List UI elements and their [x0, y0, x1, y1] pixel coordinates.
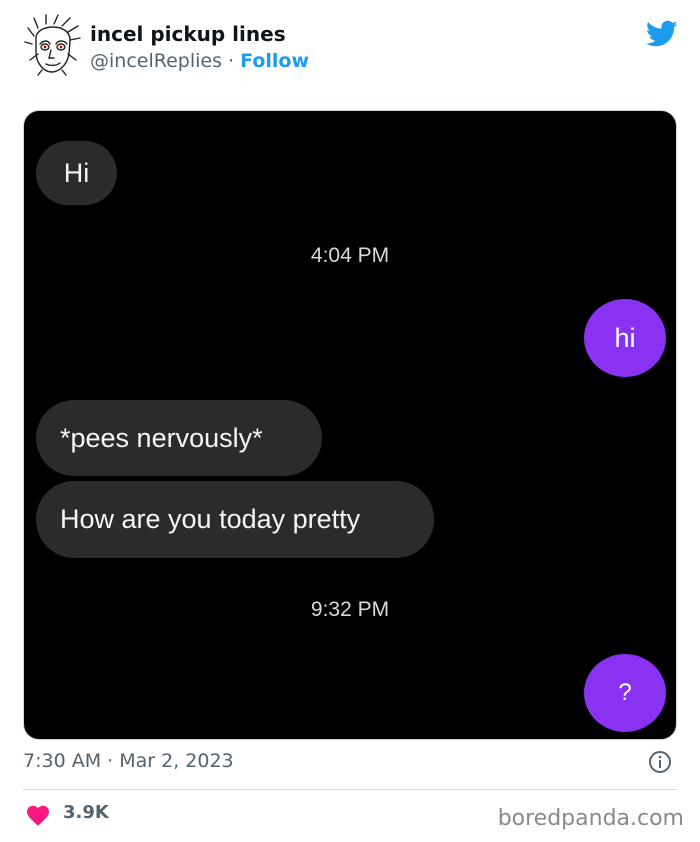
twitter-bird-icon[interactable] — [646, 20, 678, 48]
tweet-card: incel pickup lines @incelReplies · Follo… — [0, 0, 700, 842]
chat-timestamp: 4:04 PM — [310, 244, 390, 267]
watermark: boredpanda.com — [497, 806, 684, 831]
tweet-timestamp[interactable]: 7:30 AM · Mar 2, 2023 — [23, 750, 234, 772]
divider — [23, 789, 677, 790]
chat-timestamp: 9:32 PM — [310, 598, 390, 621]
heart-icon[interactable] — [26, 804, 50, 826]
author-handle-row: @incelReplies · Follow — [90, 50, 309, 72]
author-name[interactable]: incel pickup lines — [90, 22, 286, 46]
follow-button[interactable]: Follow — [240, 50, 309, 72]
sent-message-bubble: ? — [584, 654, 666, 732]
received-message-bubble: *pees nervously* — [36, 400, 322, 476]
author-handle[interactable]: @incelReplies — [90, 50, 222, 72]
sent-message-bubble: hi — [584, 299, 666, 377]
like-count[interactable]: 3.9K — [63, 802, 109, 823]
received-message-bubble: How are you today pretty — [36, 481, 434, 558]
avatar[interactable] — [24, 14, 82, 76]
info-icon[interactable] — [648, 750, 672, 774]
separator-dot: · — [228, 50, 235, 72]
received-message-bubble: Hi — [36, 141, 117, 205]
media-image[interactable]: Hi 4:04 PM hi *pees nervously* How are y… — [23, 110, 677, 740]
